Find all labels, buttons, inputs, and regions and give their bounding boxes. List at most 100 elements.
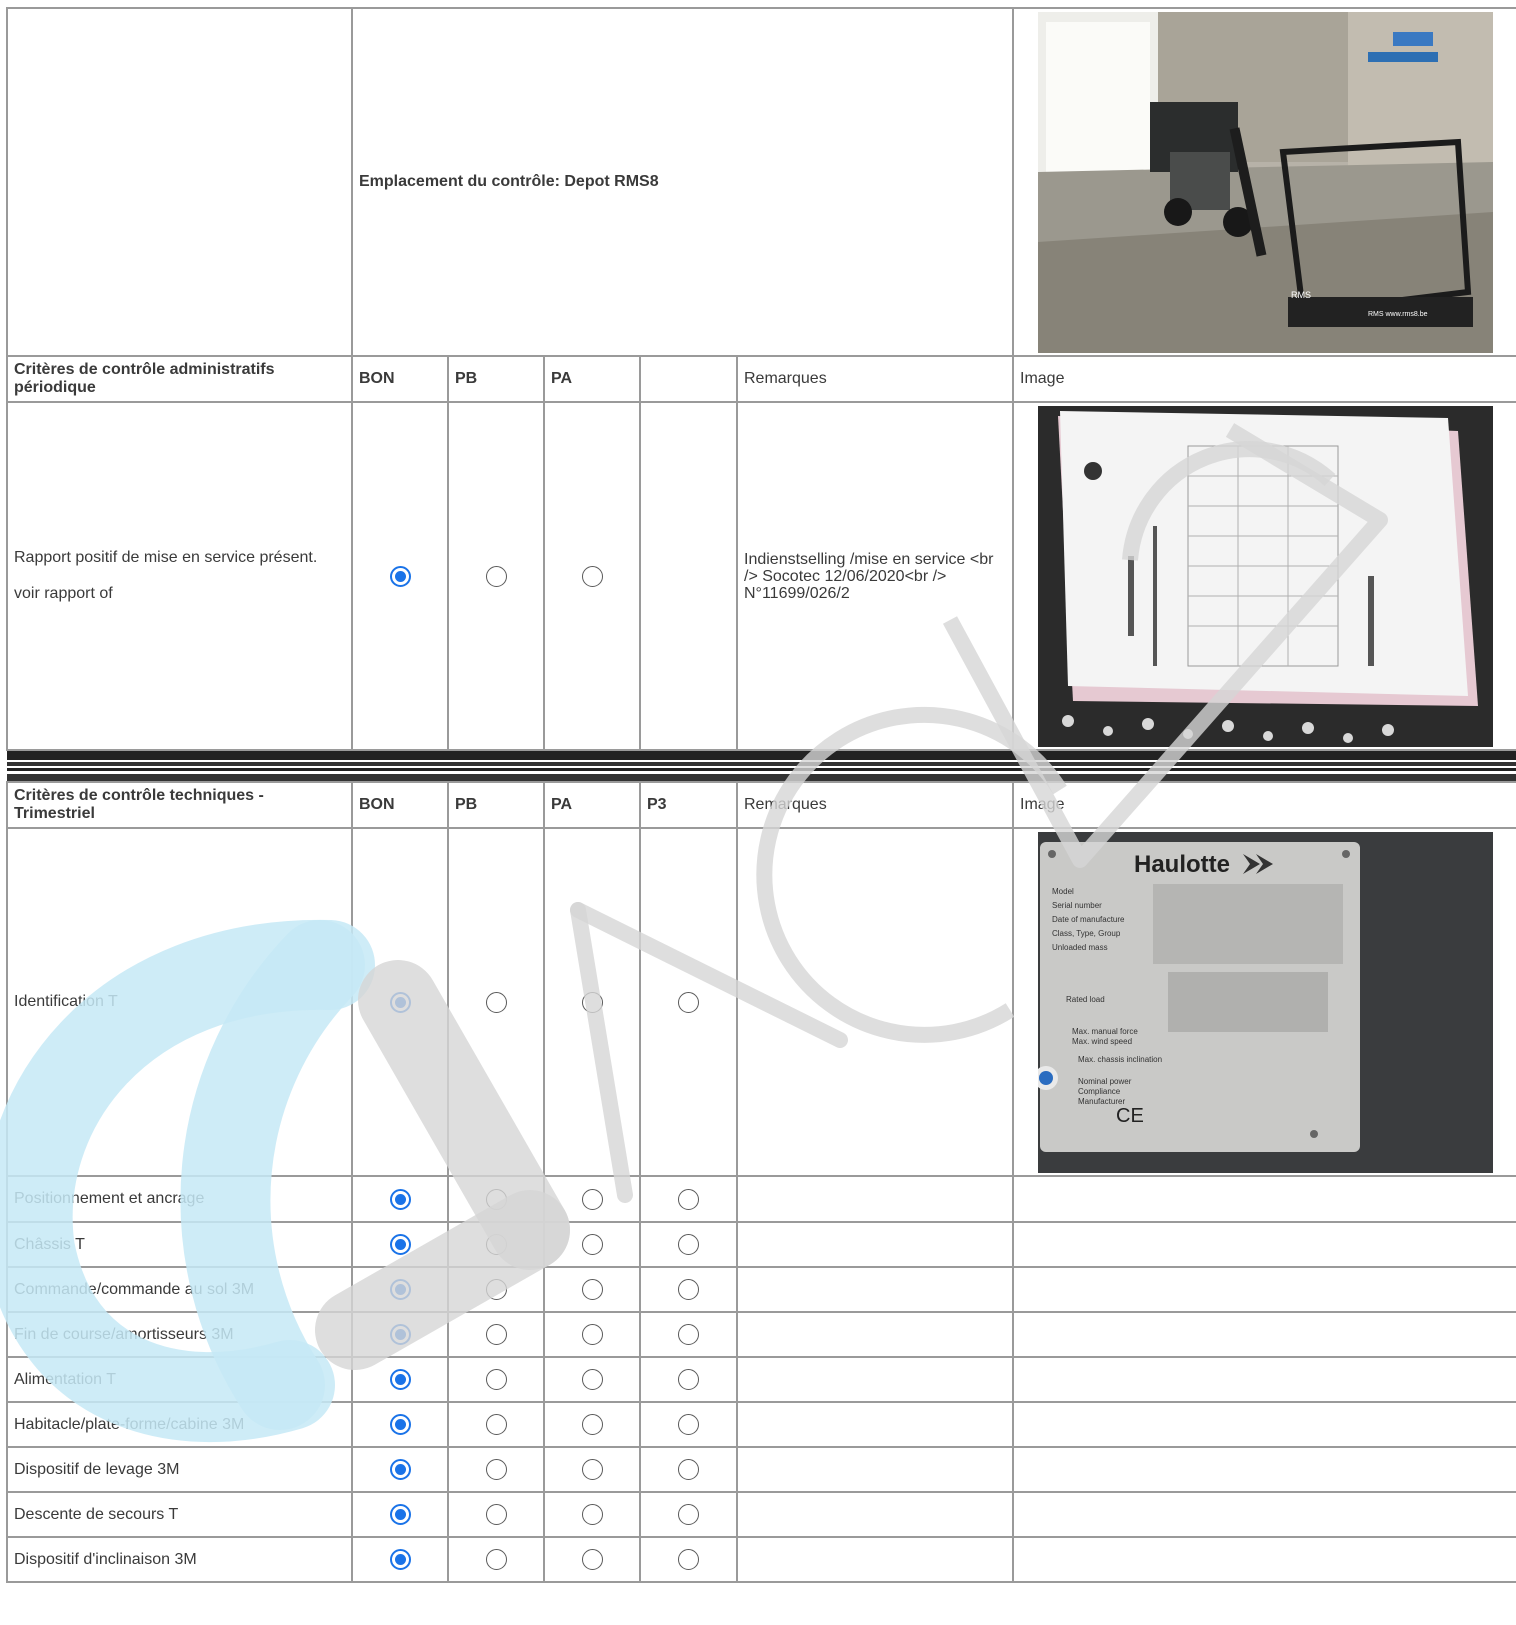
inspection-table: Emplacement du contrôle: Depot RMS8 RMS [6, 7, 1516, 1583]
plate-label-class: Class, Type, Group [1052, 929, 1121, 938]
admin-empty-header [639, 355, 738, 403]
radio-p3[interactable] [678, 1188, 699, 1210]
radio-bon[interactable] [389, 1504, 411, 1525]
admin-criteria-cell: Rapport positif de mise en service prése… [6, 401, 353, 751]
radio-pb[interactable] [485, 1324, 507, 1345]
plate-label-wind: Max. wind speed [1072, 1037, 1132, 1046]
admin-criteria-header: Critères de contrôle administratifs péri… [6, 355, 353, 403]
table-row: Commande/commande au sol 3M [6, 1266, 1516, 1313]
admin-criteria-line1: Rapport positif de mise en service prése… [14, 549, 318, 566]
radio-pb[interactable] [485, 991, 507, 1013]
radio-pa[interactable] [581, 1369, 603, 1390]
radio-p3[interactable] [678, 1414, 699, 1435]
photo-rms-url-text: RMS www.rms8.be [1368, 311, 1428, 318]
admin-criteria-line2: voir rapport of [14, 585, 113, 602]
radio-pa[interactable] [581, 1324, 603, 1345]
plate-label-model: Model [1052, 887, 1074, 896]
plate-label-power: Nominal power [1078, 1077, 1132, 1086]
radio-pb[interactable] [485, 1188, 507, 1210]
radio-pb[interactable] [485, 1549, 507, 1570]
radio-bon[interactable] [389, 1279, 411, 1300]
radio-p3[interactable] [678, 991, 699, 1013]
admin-remarks-header: Remarques [736, 355, 1014, 403]
plate-ce-mark: CE [1116, 1105, 1144, 1127]
tech-image-header: Image [1012, 781, 1516, 829]
section-separator [7, 749, 1516, 783]
criteria-label: Positionnement et ancrage [6, 1175, 353, 1223]
admin-row: Rapport positif de mise en service prése… [6, 401, 1516, 751]
table-row: Fin de course/amortisseurs 3M [6, 1311, 1516, 1358]
radio-bon[interactable] [389, 1188, 411, 1210]
radio-pa[interactable] [581, 1188, 603, 1210]
radio-pa[interactable] [581, 1549, 603, 1570]
radio-bon[interactable] [389, 1234, 411, 1255]
tech-pb-header: PB [447, 781, 545, 829]
location-row: Emplacement du contrôle: Depot RMS8 RMS [6, 7, 1516, 357]
identification-plate-photo: Haulotte Model Serial number Date of man… [1037, 831, 1493, 1173]
criteria-label: Dispositif d'inclinaison 3M [6, 1536, 353, 1583]
radio-pb[interactable] [485, 1369, 507, 1390]
radio-pb[interactable] [485, 1459, 507, 1480]
radio-bon[interactable] [389, 1324, 411, 1345]
machine-photo-cell: RMS RMS www.rms8.be [1012, 7, 1516, 357]
radio-p3[interactable] [678, 1504, 699, 1525]
criteria-label: Habitacle/plate-forme/cabine 3M [6, 1401, 353, 1448]
plate-label-date: Date of manufacture [1052, 915, 1125, 924]
tech-remarks-header: Remarques [736, 781, 1014, 829]
radio-pb[interactable] [485, 1234, 507, 1255]
radio-bon[interactable] [389, 1459, 411, 1480]
admin-radio-bon[interactable] [389, 565, 411, 587]
radio-p3[interactable] [678, 1549, 699, 1570]
tech-criteria-header: Critères de contrôle techniques - Trimes… [6, 781, 353, 829]
document-photo [1037, 405, 1493, 747]
radio-p3[interactable] [678, 1324, 699, 1345]
radio-pa[interactable] [581, 991, 603, 1013]
radio-pa[interactable] [581, 1279, 603, 1300]
radio-bon[interactable] [389, 991, 411, 1013]
table-row: Habitacle/plate-forme/cabine 3M [6, 1401, 1516, 1448]
radio-bon[interactable] [389, 1369, 411, 1390]
admin-radio-pa[interactable] [581, 565, 603, 587]
admin-remark-text: Indienstselling /mise en service <br /> … [736, 401, 1014, 751]
table-row: Descente de secours T [6, 1491, 1516, 1538]
plate-label-inclination: Max. chassis inclination [1078, 1055, 1162, 1064]
criteria-label: Descente de secours T [6, 1491, 353, 1538]
radio-bon[interactable] [389, 1549, 411, 1570]
plate-label-compliance: Compliance [1078, 1087, 1121, 1096]
location-label: Emplacement du contrôle: Depot RMS8 [351, 7, 1014, 357]
radio-p3[interactable] [678, 1234, 699, 1255]
admin-image-header: Image [1012, 355, 1516, 403]
radio-pa[interactable] [581, 1459, 603, 1480]
admin-radio-pb[interactable] [485, 565, 507, 587]
radio-pa[interactable] [581, 1234, 603, 1255]
admin-header-row: Critères de contrôle administratifs péri… [6, 355, 1516, 403]
photo-rms-text: RMS [1291, 290, 1311, 300]
radio-pa[interactable] [581, 1414, 603, 1435]
tech-bon-header: BON [351, 781, 449, 829]
table-row: Positionnement et ancrage [6, 1175, 1516, 1223]
tech-p3-header: P3 [639, 781, 738, 829]
tech-header-row: Critères de contrôle techniques - Trimes… [6, 781, 1516, 829]
plate-photo-cell: Haulotte Model Serial number Date of man… [1012, 827, 1516, 1177]
radio-pb[interactable] [485, 1279, 507, 1300]
table-row: Alimentation T [6, 1356, 1516, 1403]
admin-pa-header: PA [543, 355, 641, 403]
plate-label-load: Rated load [1066, 995, 1105, 1004]
radio-p3[interactable] [678, 1369, 699, 1390]
criteria-label: Commande/commande au sol 3M [6, 1266, 353, 1313]
criteria-label: Identification T [6, 827, 353, 1177]
aerial-platform-photo: RMS RMS www.rms8.be [1037, 11, 1493, 353]
plate-label-force: Max. manual force [1072, 1027, 1138, 1036]
radio-bon[interactable] [389, 1414, 411, 1435]
admin-pb-header: PB [447, 355, 545, 403]
empty-cell [6, 7, 353, 357]
radio-pb[interactable] [485, 1504, 507, 1525]
criteria-label: Châssis T [6, 1221, 353, 1268]
radio-p3[interactable] [678, 1459, 699, 1480]
radio-pa[interactable] [581, 1504, 603, 1525]
plate-label-mass: Unloaded mass [1052, 943, 1108, 952]
radio-p3[interactable] [678, 1279, 699, 1300]
radio-pb[interactable] [485, 1414, 507, 1435]
criteria-label: Fin de course/amortisseurs 3M [6, 1311, 353, 1358]
table-row: Châssis T [6, 1221, 1516, 1268]
